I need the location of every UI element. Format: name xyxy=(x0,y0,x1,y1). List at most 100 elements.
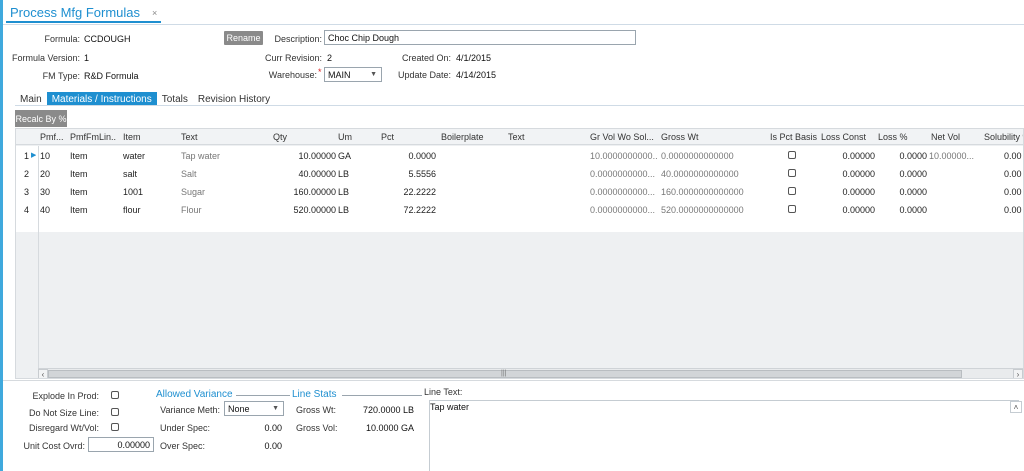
row-number: 4 xyxy=(24,205,30,215)
cell-qty[interactable]: 40.00000 xyxy=(266,169,336,179)
under-spec-label: Under Spec: xyxy=(160,423,211,433)
col-header-solubility[interactable]: Solubility % xyxy=(984,132,1023,142)
col-header-loss-pct[interactable]: Loss % xyxy=(878,132,908,142)
col-header-boilerplate[interactable]: Boilerplate xyxy=(441,132,484,142)
description-input[interactable]: Choc Chip Dough xyxy=(324,30,636,45)
cell-pct[interactable]: 22.2222 xyxy=(376,187,436,197)
cell-um[interactable]: LB xyxy=(338,187,349,197)
col-header-item[interactable]: Item xyxy=(123,132,141,142)
formula-version-value: 1 xyxy=(84,53,90,63)
cell-item[interactable]: salt xyxy=(123,169,137,179)
cell-pmf[interactable]: 10 xyxy=(40,151,50,161)
col-header-loss-const[interactable]: Loss Const xyxy=(821,132,866,142)
cell-text[interactable]: Flour xyxy=(181,205,202,215)
variance-meth-select[interactable]: None ▼ xyxy=(224,401,284,416)
recalc-by-pct-button[interactable]: Recalc By % xyxy=(15,110,67,127)
chevron-right-icon[interactable]: › xyxy=(1013,369,1023,378)
cell-qty[interactable]: 160.00000 xyxy=(266,187,336,197)
explode-in-prod-checkbox[interactable] xyxy=(111,391,119,399)
col-header-gr-vol-wo-sol[interactable]: Gr Vol Wo Sol... xyxy=(590,132,656,142)
cell-um[interactable]: GA xyxy=(338,151,351,161)
cell-loss-const[interactable]: 0.00000 xyxy=(816,205,875,215)
cell-pct[interactable]: 0.0000 xyxy=(376,151,436,161)
cell-text[interactable]: Salt xyxy=(181,169,197,179)
cell-gr-vol[interactable]: 10.0000000000... xyxy=(590,151,658,161)
cell-line[interactable]: Item xyxy=(70,205,88,215)
do-not-size-line-checkbox[interactable] xyxy=(111,408,119,416)
tab-materials-instructions[interactable]: Materials / Instructions xyxy=(46,92,157,106)
rename-button[interactable]: Rename xyxy=(224,31,263,45)
line-text-area[interactable] xyxy=(429,400,1019,471)
cell-pmf[interactable]: 30 xyxy=(40,187,50,197)
created-on-value: 4/1/2015 xyxy=(456,53,492,63)
window-tab[interactable]: Process Mfg Formulas × xyxy=(6,4,162,23)
cell-loss-pct[interactable]: 0.0000 xyxy=(876,151,927,161)
is-pct-basis-checkbox[interactable] xyxy=(788,205,796,213)
cell-um[interactable]: LB xyxy=(338,205,349,215)
cell-loss-const[interactable]: 0.00000 xyxy=(816,169,875,179)
is-pct-basis-checkbox[interactable] xyxy=(788,169,796,177)
grid-body: 1 ▶ 10 Item water Tap water 10.00000 GA … xyxy=(16,146,1023,232)
cell-pct[interactable]: 72.2222 xyxy=(376,205,436,215)
cell-solubility[interactable]: 0.00 xyxy=(1004,169,1023,179)
cell-loss-pct[interactable]: 0.0000 xyxy=(876,169,927,179)
cell-loss-const[interactable]: 0.00000 xyxy=(816,151,875,161)
cell-solubility[interactable]: 0.00 xyxy=(1004,151,1023,161)
gross-vol-label: Gross Vol: xyxy=(296,423,338,433)
cell-gross-wt[interactable]: 0.0000000000000 xyxy=(661,151,734,161)
cell-gross-wt[interactable]: 160.0000000000000 xyxy=(661,187,744,197)
variance-meth-label: Variance Meth: xyxy=(160,405,220,415)
cell-text[interactable]: Sugar xyxy=(181,187,205,197)
tab-divider xyxy=(3,24,1024,25)
cell-pmf[interactable]: 40 xyxy=(40,205,50,215)
col-header-gross-wt[interactable]: Gross Wt xyxy=(661,132,699,142)
cell-loss-pct[interactable]: 0.0000 xyxy=(876,187,927,197)
cell-solubility[interactable]: 0.00 xyxy=(1004,187,1023,197)
scroll-thumb[interactable]: ||| xyxy=(48,370,962,378)
cell-pmf[interactable]: 20 xyxy=(40,169,50,179)
cell-qty[interactable]: 520.00000 xyxy=(266,205,336,215)
col-header-qty[interactable]: Qty xyxy=(273,132,287,142)
cell-gr-vol[interactable]: 0.0000000000... xyxy=(590,205,658,215)
warehouse-select[interactable]: MAIN ▼ xyxy=(324,67,382,82)
over-spec-label: Over Spec: xyxy=(160,441,206,451)
cell-gross-wt[interactable]: 40.0000000000000 xyxy=(661,169,739,179)
allowed-variance-rule xyxy=(236,395,290,396)
cell-loss-pct[interactable]: 0.0000 xyxy=(876,205,927,215)
update-date-label: Update Date: xyxy=(397,70,451,80)
horizontal-scrollbar[interactable]: ‹ ||| › xyxy=(38,368,1023,378)
cell-item[interactable]: flour xyxy=(123,205,141,215)
close-icon[interactable]: × xyxy=(152,8,157,18)
col-header-pct[interactable]: Pct xyxy=(381,132,394,142)
cell-line[interactable]: Item xyxy=(70,151,88,161)
cell-net-vol[interactable]: 10.00000... xyxy=(929,151,981,161)
col-header-net-vol[interactable]: Net Vol xyxy=(931,132,960,142)
cell-solubility[interactable]: 0.00 xyxy=(1004,205,1023,215)
cell-line[interactable]: Item xyxy=(70,187,88,197)
chevron-left-icon[interactable]: ‹ xyxy=(38,369,48,378)
col-header-text[interactable]: Text xyxy=(181,132,198,142)
grid-row-header-divider xyxy=(38,146,39,368)
col-header-pmf[interactable]: Pmf... xyxy=(40,132,66,142)
cell-loss-const[interactable]: 0.00000 xyxy=(816,187,875,197)
is-pct-basis-checkbox[interactable] xyxy=(788,151,796,159)
cell-um[interactable]: LB xyxy=(338,169,349,179)
col-header-um[interactable]: Um xyxy=(338,132,352,142)
chevron-up-icon[interactable]: ˄ xyxy=(1010,401,1022,413)
is-pct-basis-checkbox[interactable] xyxy=(788,187,796,195)
cell-gross-wt[interactable]: 520.0000000000000 xyxy=(661,205,744,215)
disregard-wt-vol-checkbox[interactable] xyxy=(111,423,119,431)
col-header-text2[interactable]: Text xyxy=(508,132,525,142)
cell-item[interactable]: water xyxy=(123,151,145,161)
subtab-bar: Main Materials / Instructions Totals Rev… xyxy=(15,92,275,106)
cell-gr-vol[interactable]: 0.0000000000... xyxy=(590,187,658,197)
cell-qty[interactable]: 10.00000 xyxy=(266,151,336,161)
cell-item[interactable]: 1001 xyxy=(123,187,143,197)
cell-gr-vol[interactable]: 0.0000000000... xyxy=(590,169,658,179)
col-header-is-pct-basis[interactable]: Is Pct Basis xyxy=(770,132,817,142)
cell-line[interactable]: Item xyxy=(70,169,88,179)
col-header-pmffmline[interactable]: PmfFmLin... xyxy=(70,132,116,142)
unit-cost-ovrd-input[interactable]: 0.00000 xyxy=(88,437,154,452)
cell-pct[interactable]: 5.5556 xyxy=(376,169,436,179)
cell-text[interactable]: Tap water xyxy=(181,151,220,161)
